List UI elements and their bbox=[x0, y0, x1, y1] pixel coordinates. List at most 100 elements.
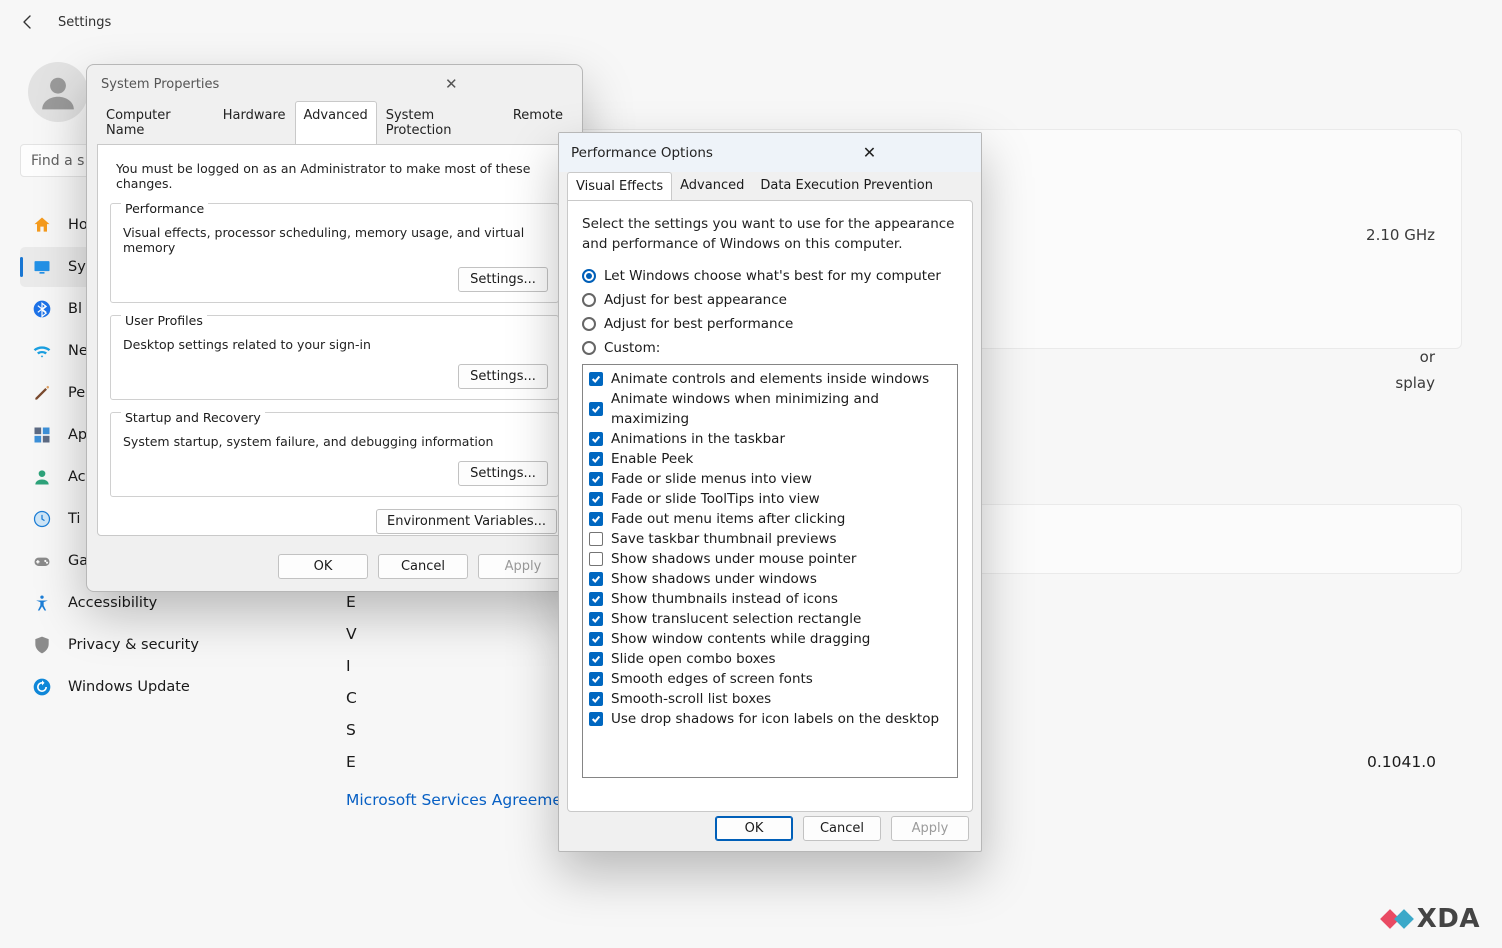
checkbox-label: Smooth edges of screen fonts bbox=[611, 669, 813, 689]
checkbox-option[interactable]: Show thumbnails instead of icons bbox=[589, 589, 951, 609]
admin-note: You must be logged on as an Administrato… bbox=[116, 161, 555, 191]
tab-computer-name[interactable]: Computer Name bbox=[97, 101, 214, 145]
checkbox-icon bbox=[589, 592, 603, 606]
checkbox-option[interactable]: Enable Peek bbox=[589, 449, 951, 469]
radio-icon bbox=[582, 317, 596, 331]
checkbox-label: Smooth-scroll list boxes bbox=[611, 689, 771, 709]
checkbox-icon bbox=[589, 692, 603, 706]
os-build: 0.1041.0 bbox=[1367, 746, 1436, 778]
checkbox-label: Enable Peek bbox=[611, 449, 693, 469]
apply-button[interactable]: Apply bbox=[478, 554, 568, 579]
tab-visual-effects[interactable]: Visual Effects bbox=[567, 172, 672, 201]
close-icon[interactable]: ✕ bbox=[770, 143, 969, 162]
radio-label: Let Windows choose what's best for my co… bbox=[604, 268, 941, 284]
performance-options-dialog: Performance Options ✕ Visual EffectsAdva… bbox=[558, 132, 982, 852]
ok-button[interactable]: OK bbox=[715, 816, 793, 841]
radio-icon bbox=[582, 269, 596, 283]
settings-button[interactable]: Settings... bbox=[458, 267, 548, 292]
apply-button[interactable]: Apply bbox=[891, 816, 969, 841]
checkbox-option[interactable]: Animate windows when minimizing and maxi… bbox=[589, 389, 951, 429]
checkbox-icon bbox=[589, 432, 603, 446]
checkbox-label: Slide open combo boxes bbox=[611, 649, 776, 669]
radio-label: Adjust for best performance bbox=[604, 316, 793, 332]
checkbox-label: Fade or slide menus into view bbox=[611, 469, 812, 489]
sidebar-item-label: Bl bbox=[68, 301, 82, 317]
radio-option[interactable]: Let Windows choose what's best for my co… bbox=[582, 268, 958, 284]
checkbox-option[interactable]: Save taskbar thumbnail previews bbox=[589, 529, 951, 549]
checkbox-label: Fade out menu items after clicking bbox=[611, 509, 845, 529]
checkbox-option[interactable]: Animate controls and elements inside win… bbox=[589, 369, 951, 389]
checkbox-option[interactable]: Fade out menu items after clicking bbox=[589, 509, 951, 529]
bluetooth-icon bbox=[32, 299, 52, 319]
tab-advanced[interactable]: Advanced bbox=[672, 172, 752, 201]
checkbox-option[interactable]: Show shadows under windows bbox=[589, 569, 951, 589]
sysprops-tab-body: You must be logged on as an Administrato… bbox=[97, 144, 572, 536]
sidebar-item-update[interactable]: Windows Update bbox=[20, 667, 300, 707]
group-description: Visual effects, processor scheduling, me… bbox=[123, 225, 548, 255]
checkbox-label: Show shadows under mouse pointer bbox=[611, 549, 857, 569]
sidebar-item-label: Ac bbox=[68, 469, 86, 485]
visual-effects-list[interactable]: Animate controls and elements inside win… bbox=[582, 364, 958, 778]
radio-label: Adjust for best appearance bbox=[604, 292, 787, 308]
ms-services-agreement-link[interactable]: Microsoft Services Agreement bbox=[346, 791, 578, 809]
perf-footer: OK Cancel Apply bbox=[715, 816, 969, 841]
radio-label: Custom: bbox=[604, 340, 660, 356]
avatar[interactable] bbox=[28, 62, 88, 122]
checkbox-option[interactable]: Smooth-scroll list boxes bbox=[589, 689, 951, 709]
checkbox-icon bbox=[589, 402, 603, 416]
checkbox-option[interactable]: Slide open combo boxes bbox=[589, 649, 951, 669]
checkbox-label: Animate controls and elements inside win… bbox=[611, 369, 929, 389]
update-icon bbox=[32, 677, 52, 697]
cancel-button[interactable]: Cancel bbox=[803, 816, 881, 841]
cancel-button[interactable]: Cancel bbox=[378, 554, 468, 579]
ok-button[interactable]: OK bbox=[278, 554, 368, 579]
sidebar-item-label: Ti bbox=[68, 511, 80, 527]
home-icon bbox=[32, 215, 52, 235]
accounts-icon bbox=[32, 467, 52, 487]
group-legend: Performance bbox=[121, 201, 208, 216]
sidebar-item-label: Pe bbox=[68, 385, 85, 401]
checkbox-label: Show shadows under windows bbox=[611, 569, 817, 589]
dialog-title: Performance Options bbox=[571, 145, 770, 161]
privacy-icon bbox=[32, 635, 52, 655]
settings-button[interactable]: Settings... bbox=[458, 364, 548, 389]
sidebar-item-label: Ho bbox=[68, 217, 88, 233]
perf-tab-body: Select the settings you want to use for … bbox=[567, 200, 973, 812]
checkbox-option[interactable]: Fade or slide ToolTips into view bbox=[589, 489, 951, 509]
checkbox-option[interactable]: Smooth edges of screen fonts bbox=[589, 669, 951, 689]
perf-description: Select the settings you want to use for … bbox=[582, 215, 958, 254]
checkbox-option[interactable]: Fade or slide menus into view bbox=[589, 469, 951, 489]
checkbox-option[interactable]: Use drop shadows for icon labels on the … bbox=[589, 709, 951, 729]
environment-variables-button[interactable]: Environment Variables... bbox=[376, 509, 557, 534]
groupbox-user-profiles: User Profiles Desktop settings related t… bbox=[110, 315, 559, 400]
watermark: XDA bbox=[1383, 904, 1480, 934]
tab-advanced[interactable]: Advanced bbox=[295, 101, 377, 145]
checkbox-option[interactable]: Show window contents while dragging bbox=[589, 629, 951, 649]
dialog-titlebar[interactable]: System Properties ✕ bbox=[87, 65, 582, 101]
radio-option[interactable]: Adjust for best appearance bbox=[582, 292, 958, 308]
radio-option[interactable]: Adjust for best performance bbox=[582, 316, 958, 332]
system-properties-dialog: System Properties ✕ Computer NameHardwar… bbox=[86, 64, 583, 592]
back-icon[interactable] bbox=[20, 14, 36, 30]
checkbox-option[interactable]: Animations in the taskbar bbox=[589, 429, 951, 449]
checkbox-label: Show window contents while dragging bbox=[611, 629, 870, 649]
sysprops-footer: OK Cancel Apply bbox=[278, 554, 568, 579]
checkbox-label: Fade or slide ToolTips into view bbox=[611, 489, 820, 509]
tab-hardware[interactable]: Hardware bbox=[214, 101, 295, 145]
radio-option[interactable]: Custom: bbox=[582, 340, 958, 356]
checkbox-label: Animations in the taskbar bbox=[611, 429, 785, 449]
perf-tabs: Visual EffectsAdvancedData Execution Pre… bbox=[559, 172, 981, 201]
checkbox-icon bbox=[589, 532, 603, 546]
checkbox-icon bbox=[589, 452, 603, 466]
tab-system-protection[interactable]: System Protection bbox=[377, 101, 504, 145]
checkbox-option[interactable]: Show shadows under mouse pointer bbox=[589, 549, 951, 569]
checkbox-option[interactable]: Show translucent selection rectangle bbox=[589, 609, 951, 629]
sidebar-item-privacy[interactable]: Privacy & security bbox=[20, 625, 300, 665]
access-icon bbox=[32, 593, 52, 613]
partial-text-1: or bbox=[1420, 348, 1435, 366]
settings-button[interactable]: Settings... bbox=[458, 461, 548, 486]
dialog-titlebar[interactable]: Performance Options ✕ bbox=[559, 133, 981, 172]
checkbox-icon bbox=[589, 652, 603, 666]
tab-data-execution-prevention[interactable]: Data Execution Prevention bbox=[752, 172, 941, 201]
close-icon[interactable]: ✕ bbox=[335, 75, 569, 93]
